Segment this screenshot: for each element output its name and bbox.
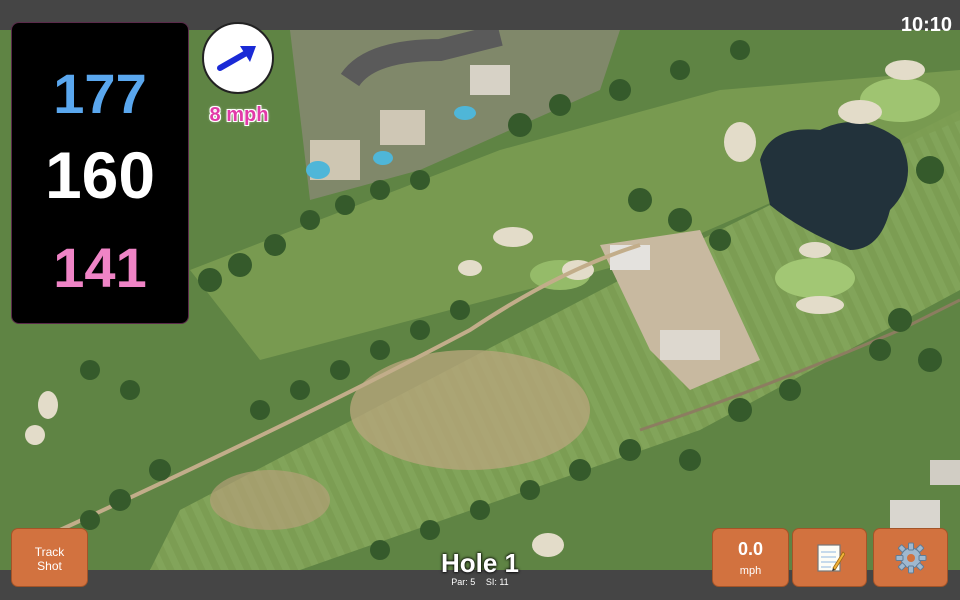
speed-button[interactable]: 0.0 mph [712,528,789,587]
speed-value: 0.0 [737,539,764,559]
wind-speed-label: 8 mph [209,104,269,126]
status-time: 10:10 [900,14,952,36]
front-yardage: 141 [53,236,147,299]
hole-title: Hole 1 [440,548,520,578]
par-label: Par: 5 [451,577,476,587]
stroke-index-label: SI: 11 [485,577,509,587]
gear-icon [895,542,926,573]
track-shot-button[interactable]: Track Shot [11,528,88,587]
back-yardage: 177 [53,62,147,125]
track-shot-label: Track Shot [34,545,65,573]
notepad-icon [816,543,845,572]
hole-info: Par: 5 SI: 11 [380,577,580,587]
speed-unit: mph [739,565,762,577]
yardage-panel[interactable]: 177 160 141 [11,22,189,324]
middle-yardage: 160 [44,138,156,212]
wind-indicator[interactable] [202,22,274,94]
wind-arrow-icon [217,46,256,71]
notes-button[interactable] [792,528,867,587]
settings-button[interactable] [873,528,948,587]
